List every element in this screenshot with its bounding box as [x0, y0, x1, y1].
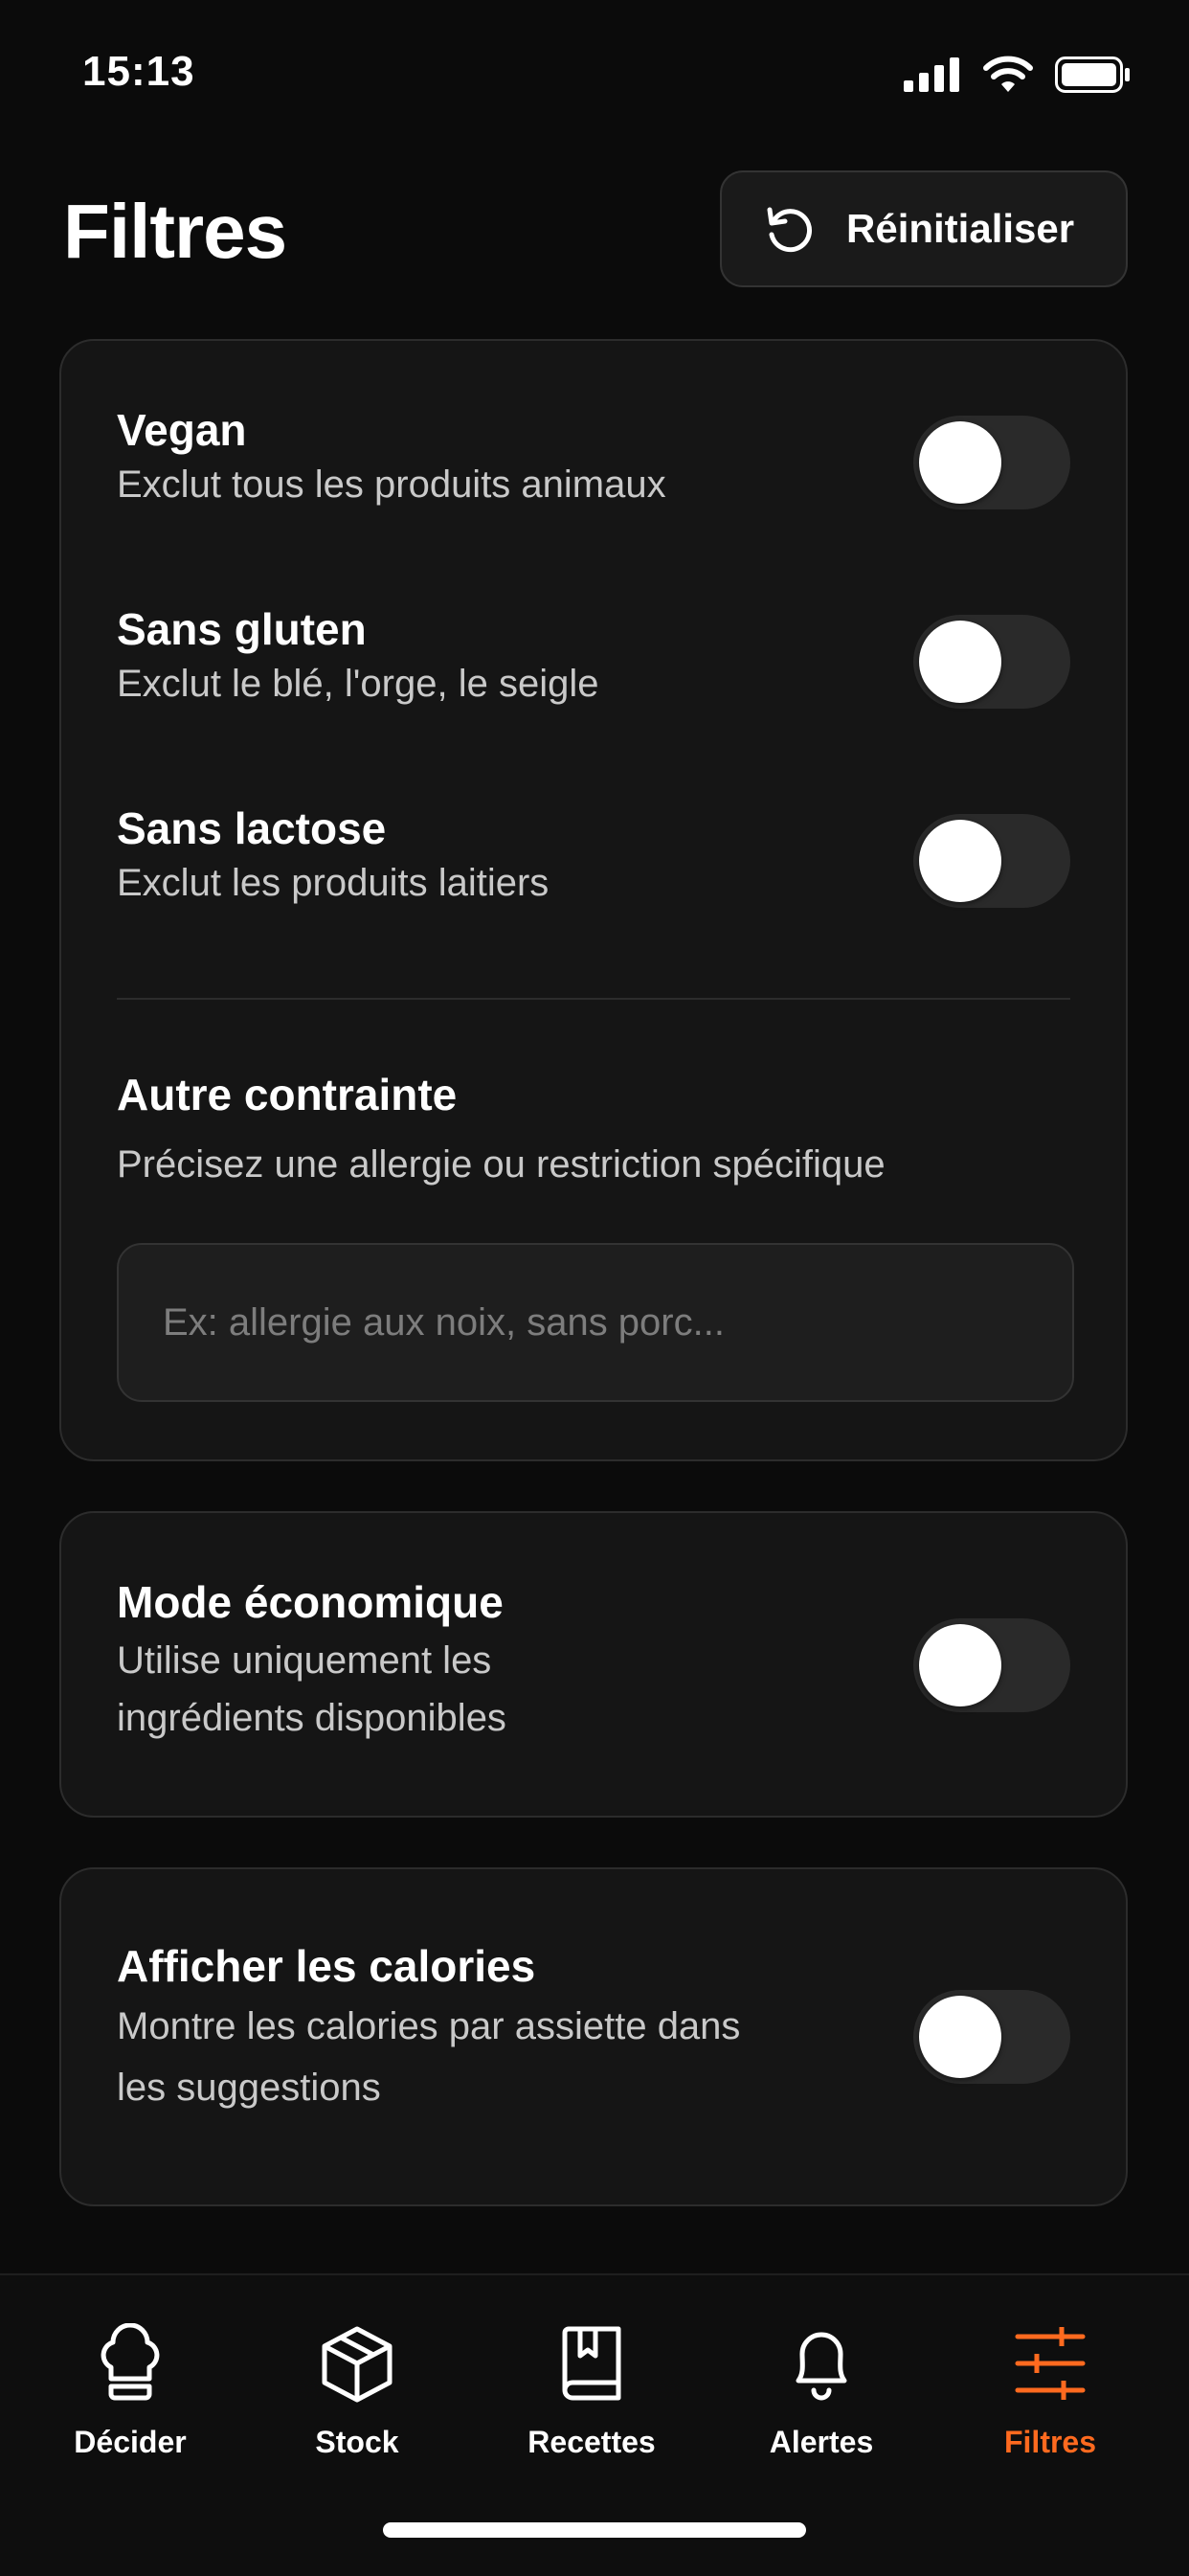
tab-label: Filtres — [1003, 2425, 1097, 2459]
toggle-knob — [919, 621, 1001, 703]
vegan-toggle[interactable] — [913, 416, 1070, 509]
economy-mode-desc-line1: Utilise uniquement les — [117, 1639, 492, 1682]
toggle-knob — [919, 1996, 1001, 2078]
other-constraint-desc: Précisez une allergie ou restriction spé… — [117, 1143, 886, 1186]
tab-stock[interactable]: Stock — [261, 2323, 453, 2460]
filter-row-vegan: Vegan Exclut tous les produits animaux — [117, 404, 1070, 529]
chef-hat-icon — [101, 2323, 160, 2401]
tab-label: Décider — [74, 2425, 187, 2459]
toggle-knob — [919, 421, 1001, 504]
filter-row-lactose: Sans lactose Exclut les produits laitier… — [117, 802, 1070, 927]
tab-decider[interactable]: Décider — [34, 2323, 226, 2460]
economy-mode-desc-line2: ingrédients disponibles — [117, 1697, 506, 1739]
status-icons — [904, 56, 1132, 94]
filter-title: Sans lactose — [117, 803, 387, 853]
reset-icon — [767, 207, 812, 253]
other-constraint-input[interactable] — [117, 1243, 1074, 1402]
lactose-free-toggle[interactable] — [913, 814, 1070, 908]
tab-label: Stock — [315, 2425, 399, 2459]
book-icon — [562, 2326, 621, 2401]
box-icon — [322, 2326, 393, 2403]
other-constraint-section: Autre contrainte Précisez une allergie o… — [117, 1069, 1070, 1193]
cellular-signal-icon — [904, 57, 959, 92]
calories-row: Afficher les calories Montre les calorie… — [117, 1940, 1070, 2151]
calories-desc-line1: Montre les calories par assiette dans — [117, 2005, 741, 2047]
economy-mode-title: Mode économique — [117, 1577, 504, 1627]
economy-mode-row: Mode économique Utilise uniquement les i… — [117, 1576, 1070, 1768]
filters-screen: 15:13 Filtres Réinitialiser Vegan Exclut… — [0, 0, 1189, 2576]
status-time: 15:13 — [82, 48, 195, 95]
gluten-free-toggle[interactable] — [913, 615, 1070, 709]
reset-button-label: Réinitialiser — [846, 206, 1075, 251]
battery-icon — [1055, 56, 1130, 93]
bell-icon — [796, 2332, 847, 2401]
toggle-knob — [919, 820, 1001, 902]
filter-title: Vegan — [117, 405, 247, 455]
filter-title: Sans gluten — [117, 604, 367, 654]
wifi-icon — [983, 56, 1033, 92]
other-constraint-title: Autre contrainte — [117, 1070, 458, 1119]
diet-filters-card: Vegan Exclut tous les produits animaux S… — [59, 339, 1128, 1461]
page-title: Filtres — [63, 189, 287, 274]
tab-recettes[interactable]: Recettes — [496, 2323, 687, 2460]
toggle-knob — [919, 1624, 1001, 1706]
home-indicator[interactable] — [383, 2522, 806, 2538]
tab-filtres[interactable]: Filtres — [954, 2323, 1146, 2460]
filter-row-gluten: Sans gluten Exclut le blé, l'orge, le se… — [117, 603, 1070, 728]
economy-mode-card: Mode économique Utilise uniquement les i… — [59, 1511, 1128, 1818]
calories-title: Afficher les calories — [117, 1941, 536, 1991]
tab-label: Alertes — [769, 2425, 874, 2459]
filter-desc: Exclut tous les produits animaux — [117, 463, 666, 506]
economy-mode-toggle[interactable] — [913, 1618, 1070, 1712]
reset-button[interactable]: Réinitialiser — [720, 170, 1128, 287]
calories-card: Afficher les calories Montre les calorie… — [59, 1867, 1128, 2206]
divider — [117, 998, 1070, 1000]
calories-desc-line2: les suggestions — [117, 2067, 381, 2109]
sliders-icon — [1015, 2327, 1086, 2400]
tab-alertes[interactable]: Alertes — [726, 2323, 917, 2460]
calories-toggle[interactable] — [913, 1990, 1070, 2084]
tab-label: Recettes — [527, 2425, 656, 2459]
filter-desc: Exclut les produits laitiers — [117, 862, 550, 904]
filter-desc: Exclut le blé, l'orge, le seigle — [117, 663, 599, 705]
